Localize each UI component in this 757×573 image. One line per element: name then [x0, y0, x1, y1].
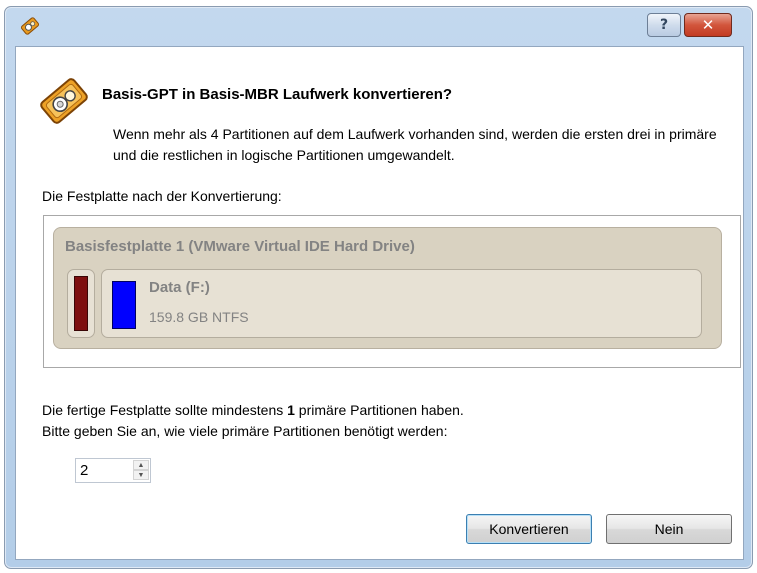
after-conversion-label: Die Festplatte nach der Konvertierung:	[42, 188, 282, 204]
partition-name: Data (F:)	[149, 279, 210, 296]
disk-panel: Basisfestplatte 1 (VMware Virtual IDE Ha…	[53, 227, 722, 349]
app-icon	[20, 17, 40, 35]
dialog-description: Wenn mehr als 4 Partitionen auf dem Lauf…	[113, 126, 717, 163]
primary-count-prompt: Bitte geben Sie an, wie viele primäre Pa…	[42, 423, 448, 439]
note-prefix: Die fertige Festplatte sollte mindestens	[42, 402, 288, 418]
dialog-heading: Basis-GPT in Basis-MBR Laufwerk konverti…	[102, 86, 453, 103]
partition-color-bar	[74, 276, 88, 331]
partition-info: 159.8 GB NTFS	[149, 309, 249, 325]
primary-count-input[interactable]	[78, 460, 132, 481]
close-icon: ✕	[701, 16, 715, 34]
spin-up-icon[interactable]: ▲	[133, 460, 149, 470]
partition-color-bar	[112, 281, 136, 329]
min-primary-count: 1	[287, 402, 295, 418]
note-suffix: primäre Partitionen haben.	[294, 402, 464, 418]
disk-title: Basisfestplatte 1 (VMware Virtual IDE Ha…	[65, 238, 415, 255]
title-bar[interactable]: ? ✕	[5, 7, 752, 45]
spin-buttons: ▲ ▼	[133, 460, 149, 481]
app-icon	[40, 78, 88, 124]
close-button[interactable]: ✕	[684, 13, 732, 37]
spin-down-icon[interactable]: ▼	[133, 470, 149, 480]
partition-block-small	[67, 269, 95, 338]
dialog-content: Basis-GPT in Basis-MBR Laufwerk konverti…	[15, 46, 744, 560]
min-primary-note: Die fertige Festplatte sollte mindestens…	[42, 402, 464, 418]
primary-count-stepper[interactable]: ▲ ▼	[75, 458, 151, 483]
disk-preview-frame: Basisfestplatte 1 (VMware Virtual IDE Ha…	[43, 215, 741, 368]
help-button[interactable]: ?	[647, 13, 681, 37]
no-button[interactable]: Nein	[606, 514, 732, 544]
dialog-window: ? ✕ Basis-GPT in Basis-MBR Laufwerk konv…	[4, 6, 753, 569]
partition-block-data: Data (F:) 159.8 GB NTFS	[101, 269, 702, 338]
help-icon: ?	[659, 17, 669, 33]
convert-button[interactable]: Konvertieren	[466, 514, 592, 544]
